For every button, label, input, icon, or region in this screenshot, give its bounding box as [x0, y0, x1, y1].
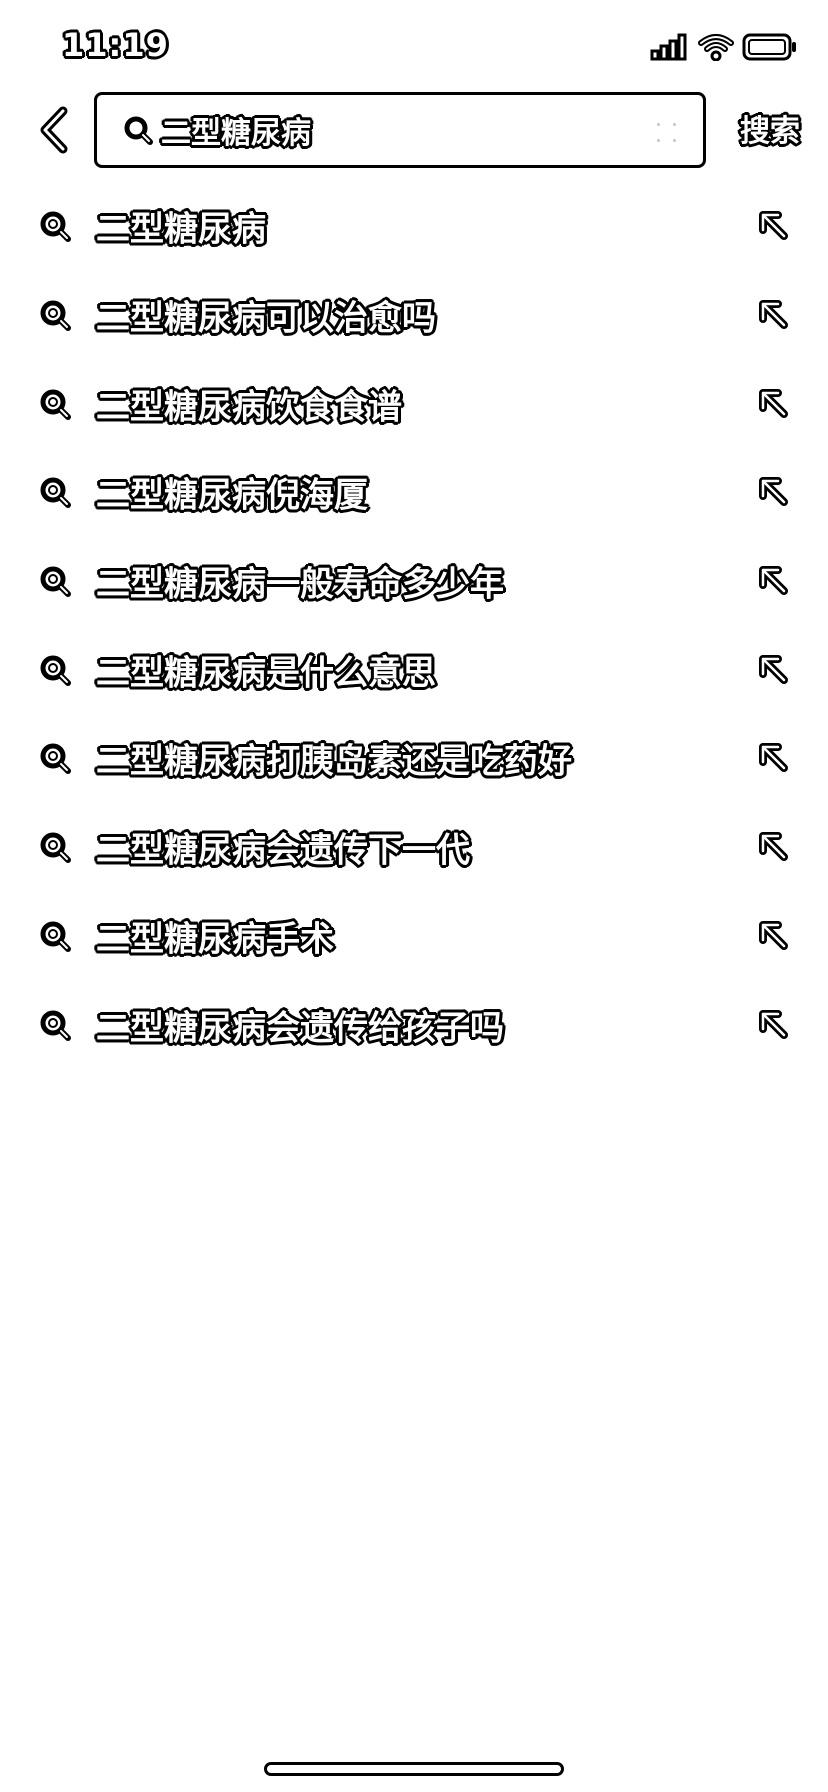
search-icon	[38, 919, 72, 953]
suggestion-text: 二型糖尿病会遗传给孩子吗	[96, 1008, 504, 1049]
search-icon	[38, 298, 72, 332]
suggestion-text: 二型糖尿病可以治愈吗	[96, 298, 436, 339]
suggestion-item[interactable]: 二型糖尿病手术	[0, 892, 828, 981]
battery-icon	[742, 32, 798, 62]
status-bar: 11:19	[0, 0, 828, 90]
suggestion-text: 二型糖尿病倪海厦	[96, 475, 368, 516]
suggestion-item[interactable]: 二型糖尿病一般寿命多少年	[0, 537, 828, 626]
search-icon	[38, 564, 72, 598]
search-submit-button[interactable]: 搜索	[740, 106, 800, 150]
search-icon	[38, 209, 72, 243]
suggestion-text: 二型糖尿病会遗传下一代	[96, 830, 470, 871]
cellular-signal-icon	[650, 33, 690, 61]
suggestion-text: 二型糖尿病手术	[96, 919, 334, 960]
arrow-up-left-icon[interactable]	[756, 297, 792, 333]
clear-handle[interactable]	[655, 121, 679, 145]
status-icons	[650, 30, 798, 64]
search-icon	[38, 653, 72, 687]
search-icon	[38, 387, 72, 421]
search-header: 二型糖尿病 搜索	[0, 90, 828, 180]
search-icon	[38, 830, 72, 864]
arrow-up-left-icon[interactable]	[756, 1007, 792, 1043]
suggestion-text: 二型糖尿病一般寿命多少年	[96, 564, 504, 605]
suggestion-item[interactable]: 二型糖尿病	[0, 182, 828, 271]
suggestion-item[interactable]: 二型糖尿病是什么意思	[0, 625, 828, 714]
suggestion-text: 二型糖尿病打胰岛素还是吃药好	[96, 741, 572, 782]
suggestion-item[interactable]: 二型糖尿病会遗传下一代	[0, 803, 828, 892]
arrow-up-left-icon[interactable]	[756, 740, 792, 776]
arrow-up-left-icon[interactable]	[756, 652, 792, 688]
suggestion-text: 二型糖尿病是什么意思	[96, 653, 436, 694]
status-time: 11:19	[62, 26, 169, 64]
chevron-left-icon	[37, 105, 71, 159]
suggestion-item[interactable]: 二型糖尿病会遗传给孩子吗	[0, 980, 828, 1069]
arrow-up-left-icon[interactable]	[756, 563, 792, 599]
back-button[interactable]	[30, 102, 78, 162]
arrow-up-left-icon[interactable]	[756, 386, 792, 422]
suggestion-item[interactable]: 二型糖尿病打胰岛素还是吃药好	[0, 714, 828, 803]
suggestion-text: 二型糖尿病饮食食谱	[96, 387, 402, 428]
home-indicator[interactable]	[264, 1762, 564, 1776]
search-input[interactable]: 二型糖尿病	[161, 108, 641, 152]
search-box[interactable]: 二型糖尿病	[94, 92, 706, 168]
suggestion-list: 二型糖尿病 二型糖尿病可以治愈吗 二型糖尿病饮食食谱 二型糖尿病倪海厦 二型糖尿…	[0, 182, 828, 1069]
arrow-up-left-icon[interactable]	[756, 918, 792, 954]
suggestion-item[interactable]: 二型糖尿病倪海厦	[0, 448, 828, 537]
search-icon	[38, 475, 72, 509]
search-icon	[38, 1008, 72, 1042]
suggestion-item[interactable]: 二型糖尿病可以治愈吗	[0, 271, 828, 360]
arrow-up-left-icon[interactable]	[756, 474, 792, 510]
suggestion-item[interactable]: 二型糖尿病饮食食谱	[0, 359, 828, 448]
wifi-icon	[698, 33, 734, 61]
search-icon	[123, 115, 153, 145]
arrow-up-left-icon[interactable]	[756, 208, 792, 244]
arrow-up-left-icon[interactable]	[756, 829, 792, 865]
suggestion-text: 二型糖尿病	[96, 209, 266, 250]
search-icon	[38, 741, 72, 775]
